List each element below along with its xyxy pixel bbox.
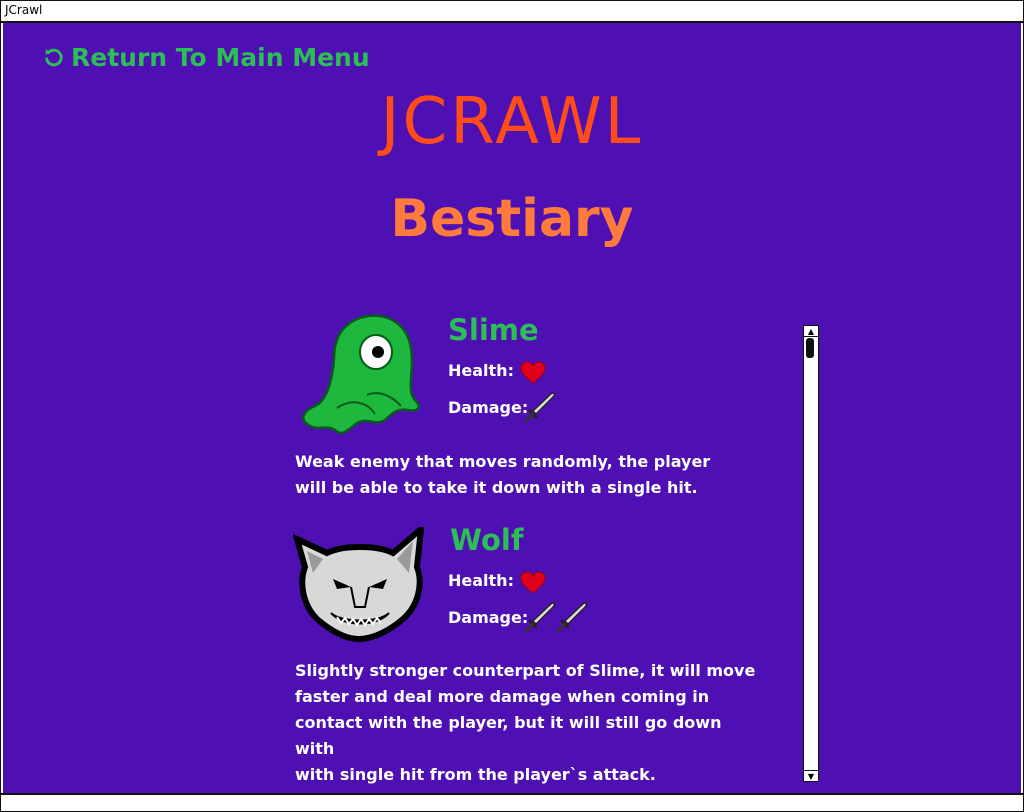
app-window: JCrawl Return To Main Menu JCRAWL Bestia… (0, 0, 1024, 812)
damage-label: Damage: (448, 608, 529, 627)
scroll-up-button[interactable]: ▲ (804, 326, 818, 337)
vertical-scrollbar[interactable]: ▲ ▼ (803, 325, 819, 782)
scroll-thumb[interactable] (806, 338, 814, 358)
description-line: Slightly stronger counterpart of Slime, … (295, 661, 756, 680)
description-line: with single hit from the player`s attack… (295, 765, 656, 784)
creature-description: Weak enemy that moves randomly, the play… (295, 449, 735, 501)
slime-image (302, 314, 420, 435)
description-line: faster and deal more damage when coming … (295, 687, 710, 706)
sword-icon (556, 602, 588, 633)
description-line: Weak enemy that moves randomly, the play… (295, 452, 711, 471)
creature-name: Slime (448, 313, 539, 347)
status-bar (1, 793, 1023, 811)
heart-icon (520, 571, 546, 594)
description-line: contact with the player, but it will sti… (295, 713, 722, 758)
heart-icon (520, 361, 546, 384)
health-label: Health: (448, 571, 514, 590)
window-title: JCrawl (5, 3, 43, 17)
health-label: Health: (448, 361, 514, 380)
damage-label: Damage: (448, 398, 529, 417)
title-bar: JCrawl (1, 1, 1023, 23)
scroll-down-button[interactable]: ▼ (804, 770, 818, 781)
description-line: will be able to take it down with a sing… (295, 478, 698, 497)
wolf-image (293, 527, 425, 643)
bestiary-screen: Return To Main Menu JCRAWL Bestiary Slim… (3, 23, 1021, 793)
creature-list[interactable]: Slime Health: Damage: Weak enemy that mo… (3, 23, 1021, 793)
sword-icon (524, 602, 556, 633)
sword-icon (524, 392, 556, 423)
creature-description: Slightly stronger counterpart of Slime, … (295, 658, 765, 788)
creature-name: Wolf (450, 523, 524, 557)
